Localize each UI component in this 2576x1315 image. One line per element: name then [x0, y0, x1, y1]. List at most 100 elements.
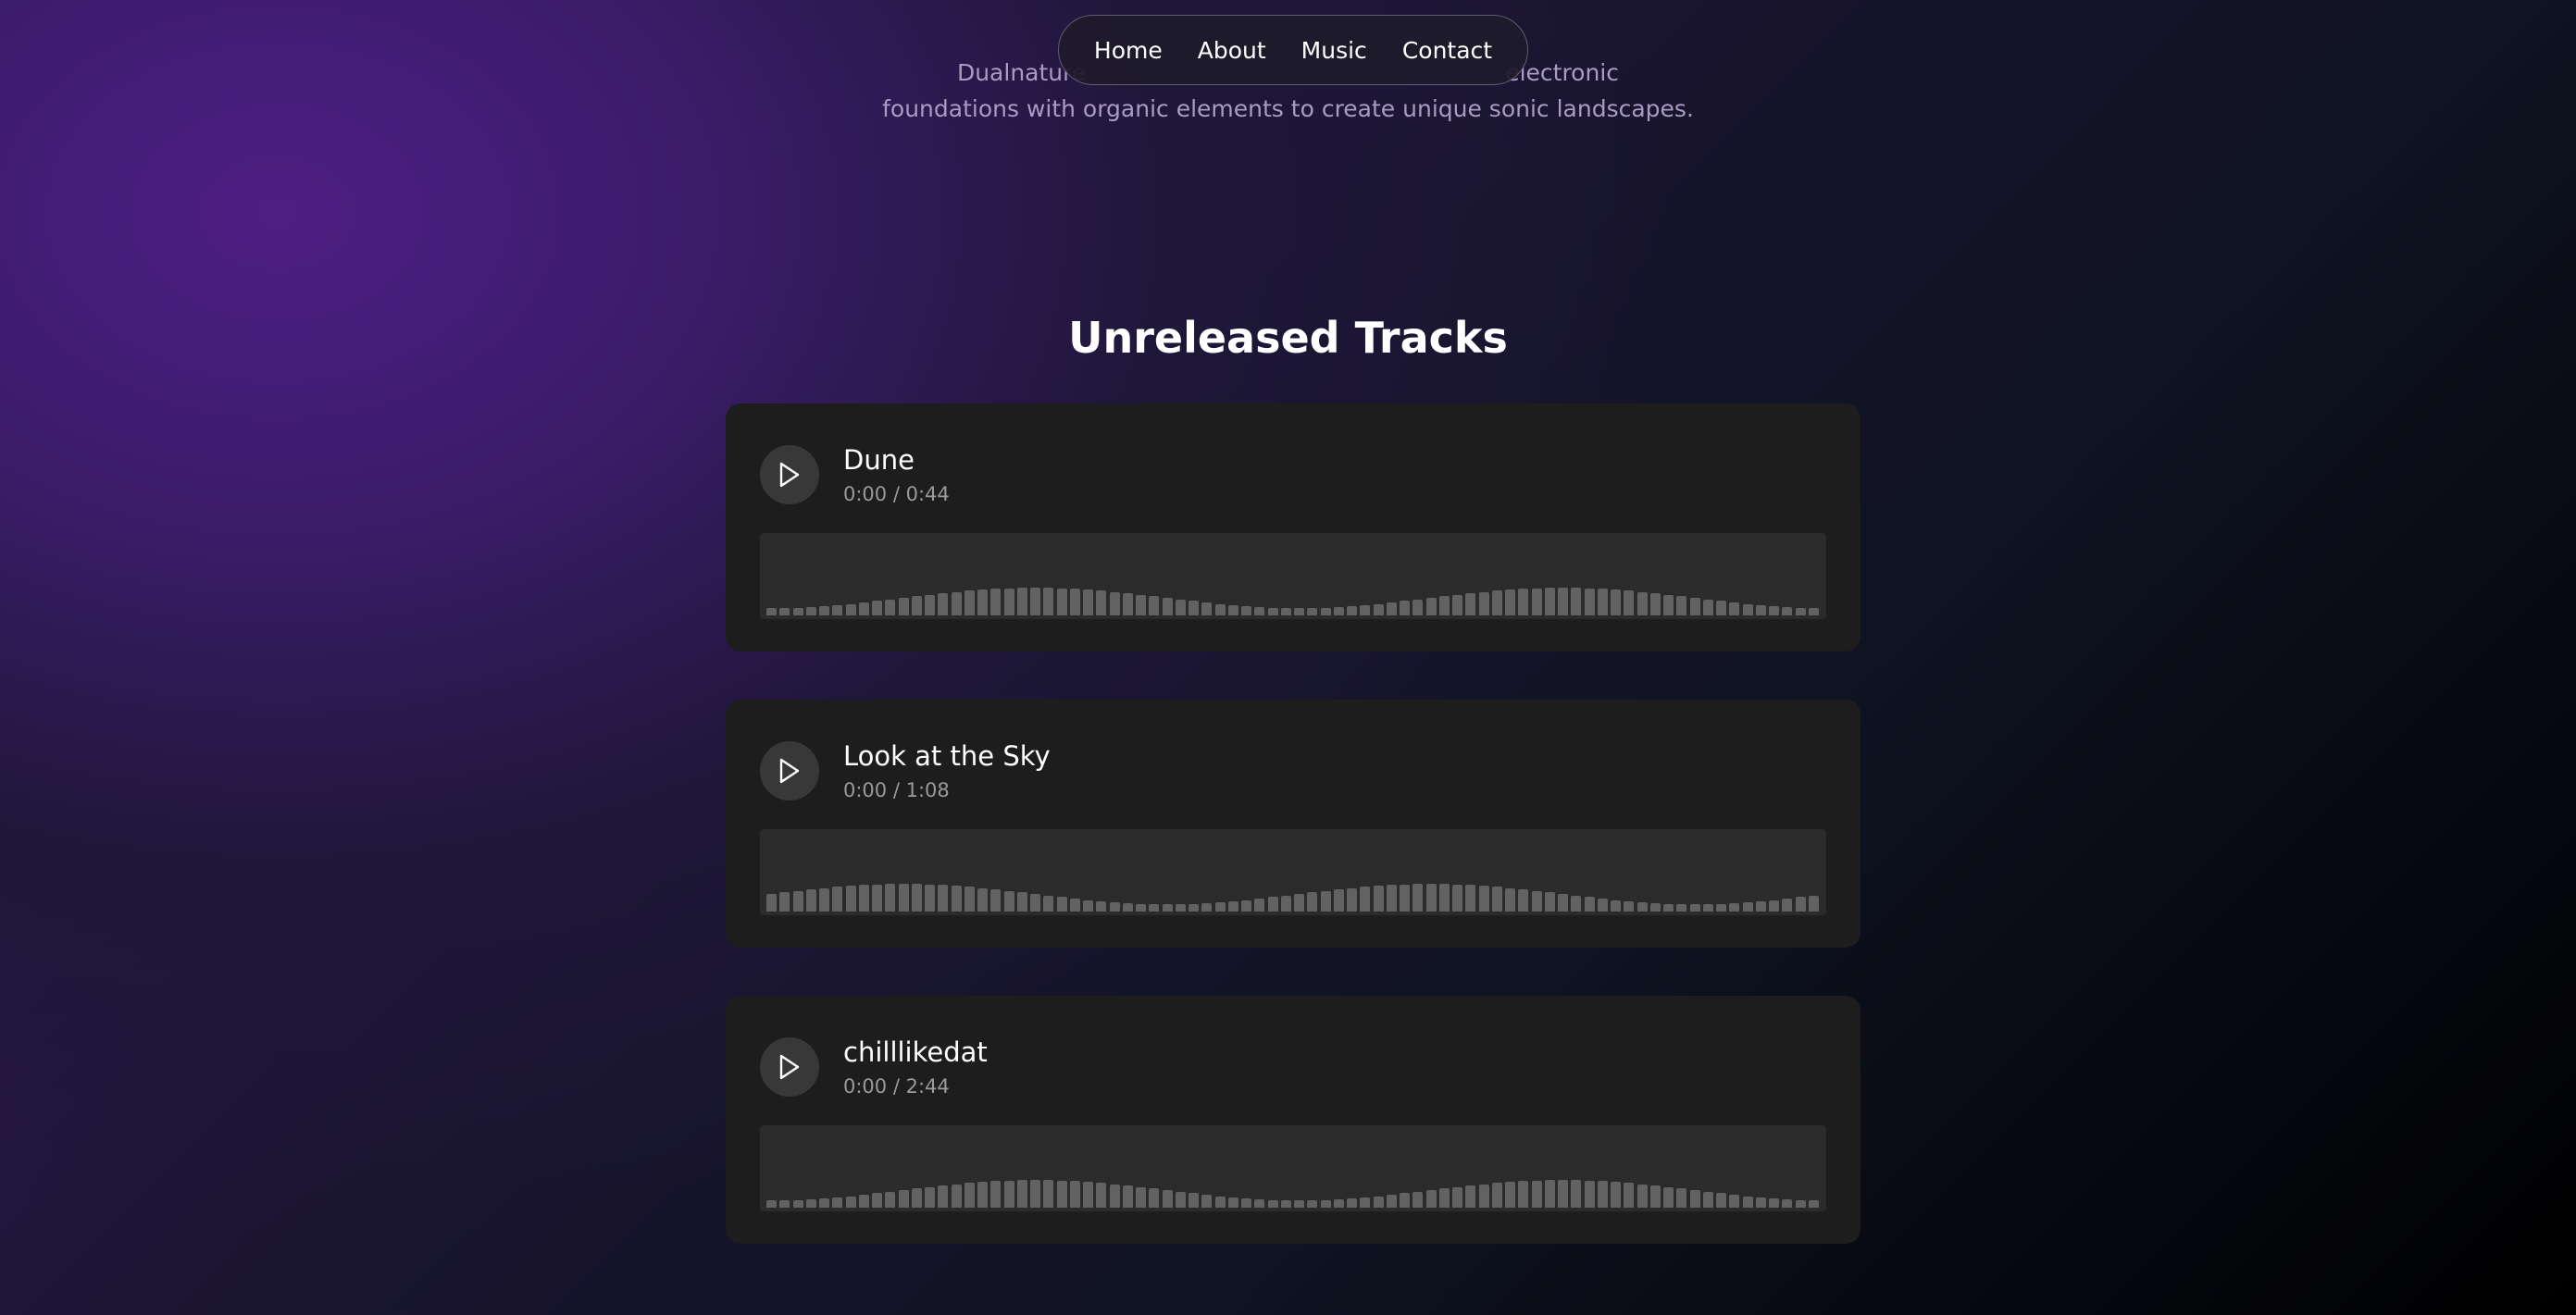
waveform-bar — [1425, 598, 1437, 615]
waveform-bar — [1649, 1185, 1661, 1208]
waveform-bar — [1769, 605, 1779, 615]
waveform-bar — [911, 884, 922, 912]
waveform-bar — [964, 1183, 975, 1208]
waveform-bar — [1162, 598, 1173, 615]
waveform-bar — [990, 589, 1002, 615]
waveform-bar — [938, 1185, 949, 1208]
waveform-bar — [1201, 902, 1213, 912]
waveform[interactable] — [760, 533, 1826, 619]
waveform-bar — [1056, 897, 1067, 912]
waveform-bar — [766, 1200, 777, 1208]
waveform-bar — [819, 887, 829, 912]
waveform-bar — [1162, 1190, 1173, 1208]
waveform-bar — [1636, 1184, 1648, 1208]
waveform-bar — [1558, 1180, 1568, 1208]
track-card: Dune 0:00 / 0:44 — [726, 403, 1860, 651]
waveform-bar — [951, 1184, 962, 1208]
waveform-bar — [1478, 886, 1489, 912]
play-button[interactable] — [760, 1037, 819, 1097]
waveform-bar — [1400, 1193, 1410, 1208]
waveform-bar — [1518, 1181, 1529, 1208]
waveform-bar — [1030, 588, 1040, 615]
track-card: chilllikedat 0:00 / 2:44 — [726, 996, 1860, 1244]
waveform-bar — [1347, 605, 1357, 615]
waveform-bar — [1136, 1186, 1146, 1208]
waveform-bar — [1241, 899, 1251, 912]
waveform-bar — [1584, 1180, 1595, 1208]
waveform-bar — [1333, 1198, 1344, 1208]
waveform-bar — [1438, 596, 1450, 615]
waveform-bar — [1003, 890, 1014, 912]
waveform-bar — [1584, 897, 1595, 912]
waveform-bar — [1175, 903, 1186, 912]
waveform-bar — [766, 894, 777, 912]
waveform-bar — [832, 604, 843, 615]
waveform-bar — [1544, 892, 1555, 912]
waveform-bar — [1122, 593, 1133, 615]
waveform-bar — [1769, 1197, 1779, 1208]
waveform-bar — [1755, 1197, 1766, 1208]
waveform-bar — [898, 884, 909, 912]
track-time: 0:00 / 2:44 — [843, 1075, 950, 1098]
waveform-bar — [1808, 1199, 1819, 1208]
waveform[interactable] — [760, 829, 1826, 915]
waveform-bar — [1663, 903, 1674, 912]
play-button[interactable] — [760, 445, 819, 504]
waveform-bar — [792, 890, 803, 912]
waveform-bar — [1373, 886, 1384, 912]
waveform-bar — [858, 602, 869, 615]
waveform-bar — [1320, 890, 1331, 912]
waveform-bar — [1069, 589, 1080, 615]
waveform-bar — [1003, 1180, 1014, 1208]
waveform-bar — [779, 607, 790, 615]
waveform-bar — [1491, 1183, 1502, 1208]
waveform-bar — [1769, 899, 1779, 912]
waveform-bar — [1373, 603, 1384, 615]
waveform-bar — [1294, 1200, 1304, 1208]
waveform-bar — [805, 1198, 816, 1208]
waveform-bar — [1491, 887, 1502, 912]
waveform-bar — [1227, 1197, 1238, 1208]
waveform-bar — [1452, 1186, 1462, 1208]
nav-contact-link[interactable]: Contact — [1402, 37, 1492, 64]
waveform-bar — [792, 1199, 803, 1208]
waveform-bar — [1491, 590, 1502, 615]
waveform-bar — [1214, 901, 1226, 912]
waveform-bar — [1597, 589, 1608, 615]
waveform-bar — [1452, 884, 1462, 912]
nav-music-link[interactable]: Music — [1301, 37, 1367, 64]
waveform-bar — [1611, 1182, 1621, 1208]
nav-about-link[interactable]: About — [1198, 37, 1266, 64]
waveform-bar — [1109, 591, 1120, 615]
waveform-bar — [858, 1195, 869, 1208]
waveform-bar — [1096, 590, 1107, 615]
waveform-bar — [1241, 1197, 1251, 1208]
waveform-bar — [766, 608, 777, 615]
waveform-bar — [872, 601, 882, 615]
waveform-bar — [1400, 884, 1410, 912]
waveform-bar — [1294, 608, 1304, 615]
waveform-bar — [845, 603, 856, 615]
waveform-bar — [977, 589, 988, 615]
waveform-bar — [1465, 885, 1476, 912]
waveform-bar — [1360, 1197, 1371, 1208]
waveform-bar — [1663, 1186, 1674, 1208]
waveform-bar — [1795, 607, 1806, 615]
waveform-bar — [885, 599, 896, 615]
waveform-bar — [1188, 601, 1199, 615]
nav-home-link[interactable]: Home — [1094, 37, 1163, 64]
waveform-bar — [1254, 1198, 1265, 1208]
waveform-bar — [1267, 607, 1278, 615]
waveform-bar — [938, 885, 949, 912]
waveform[interactable] — [760, 1125, 1826, 1211]
waveform-bar — [1716, 1193, 1726, 1208]
play-button[interactable] — [760, 741, 819, 800]
waveform-bar — [1043, 895, 1054, 912]
waveform-bar — [1689, 904, 1700, 912]
waveform-bar — [1465, 1185, 1476, 1208]
waveform-bar — [1649, 593, 1661, 615]
play-icon — [779, 462, 800, 488]
track-card: Look at the Sky 0:00 / 1:08 — [726, 700, 1860, 948]
waveform-bar — [1386, 885, 1397, 912]
waveform-bar — [1069, 899, 1080, 912]
